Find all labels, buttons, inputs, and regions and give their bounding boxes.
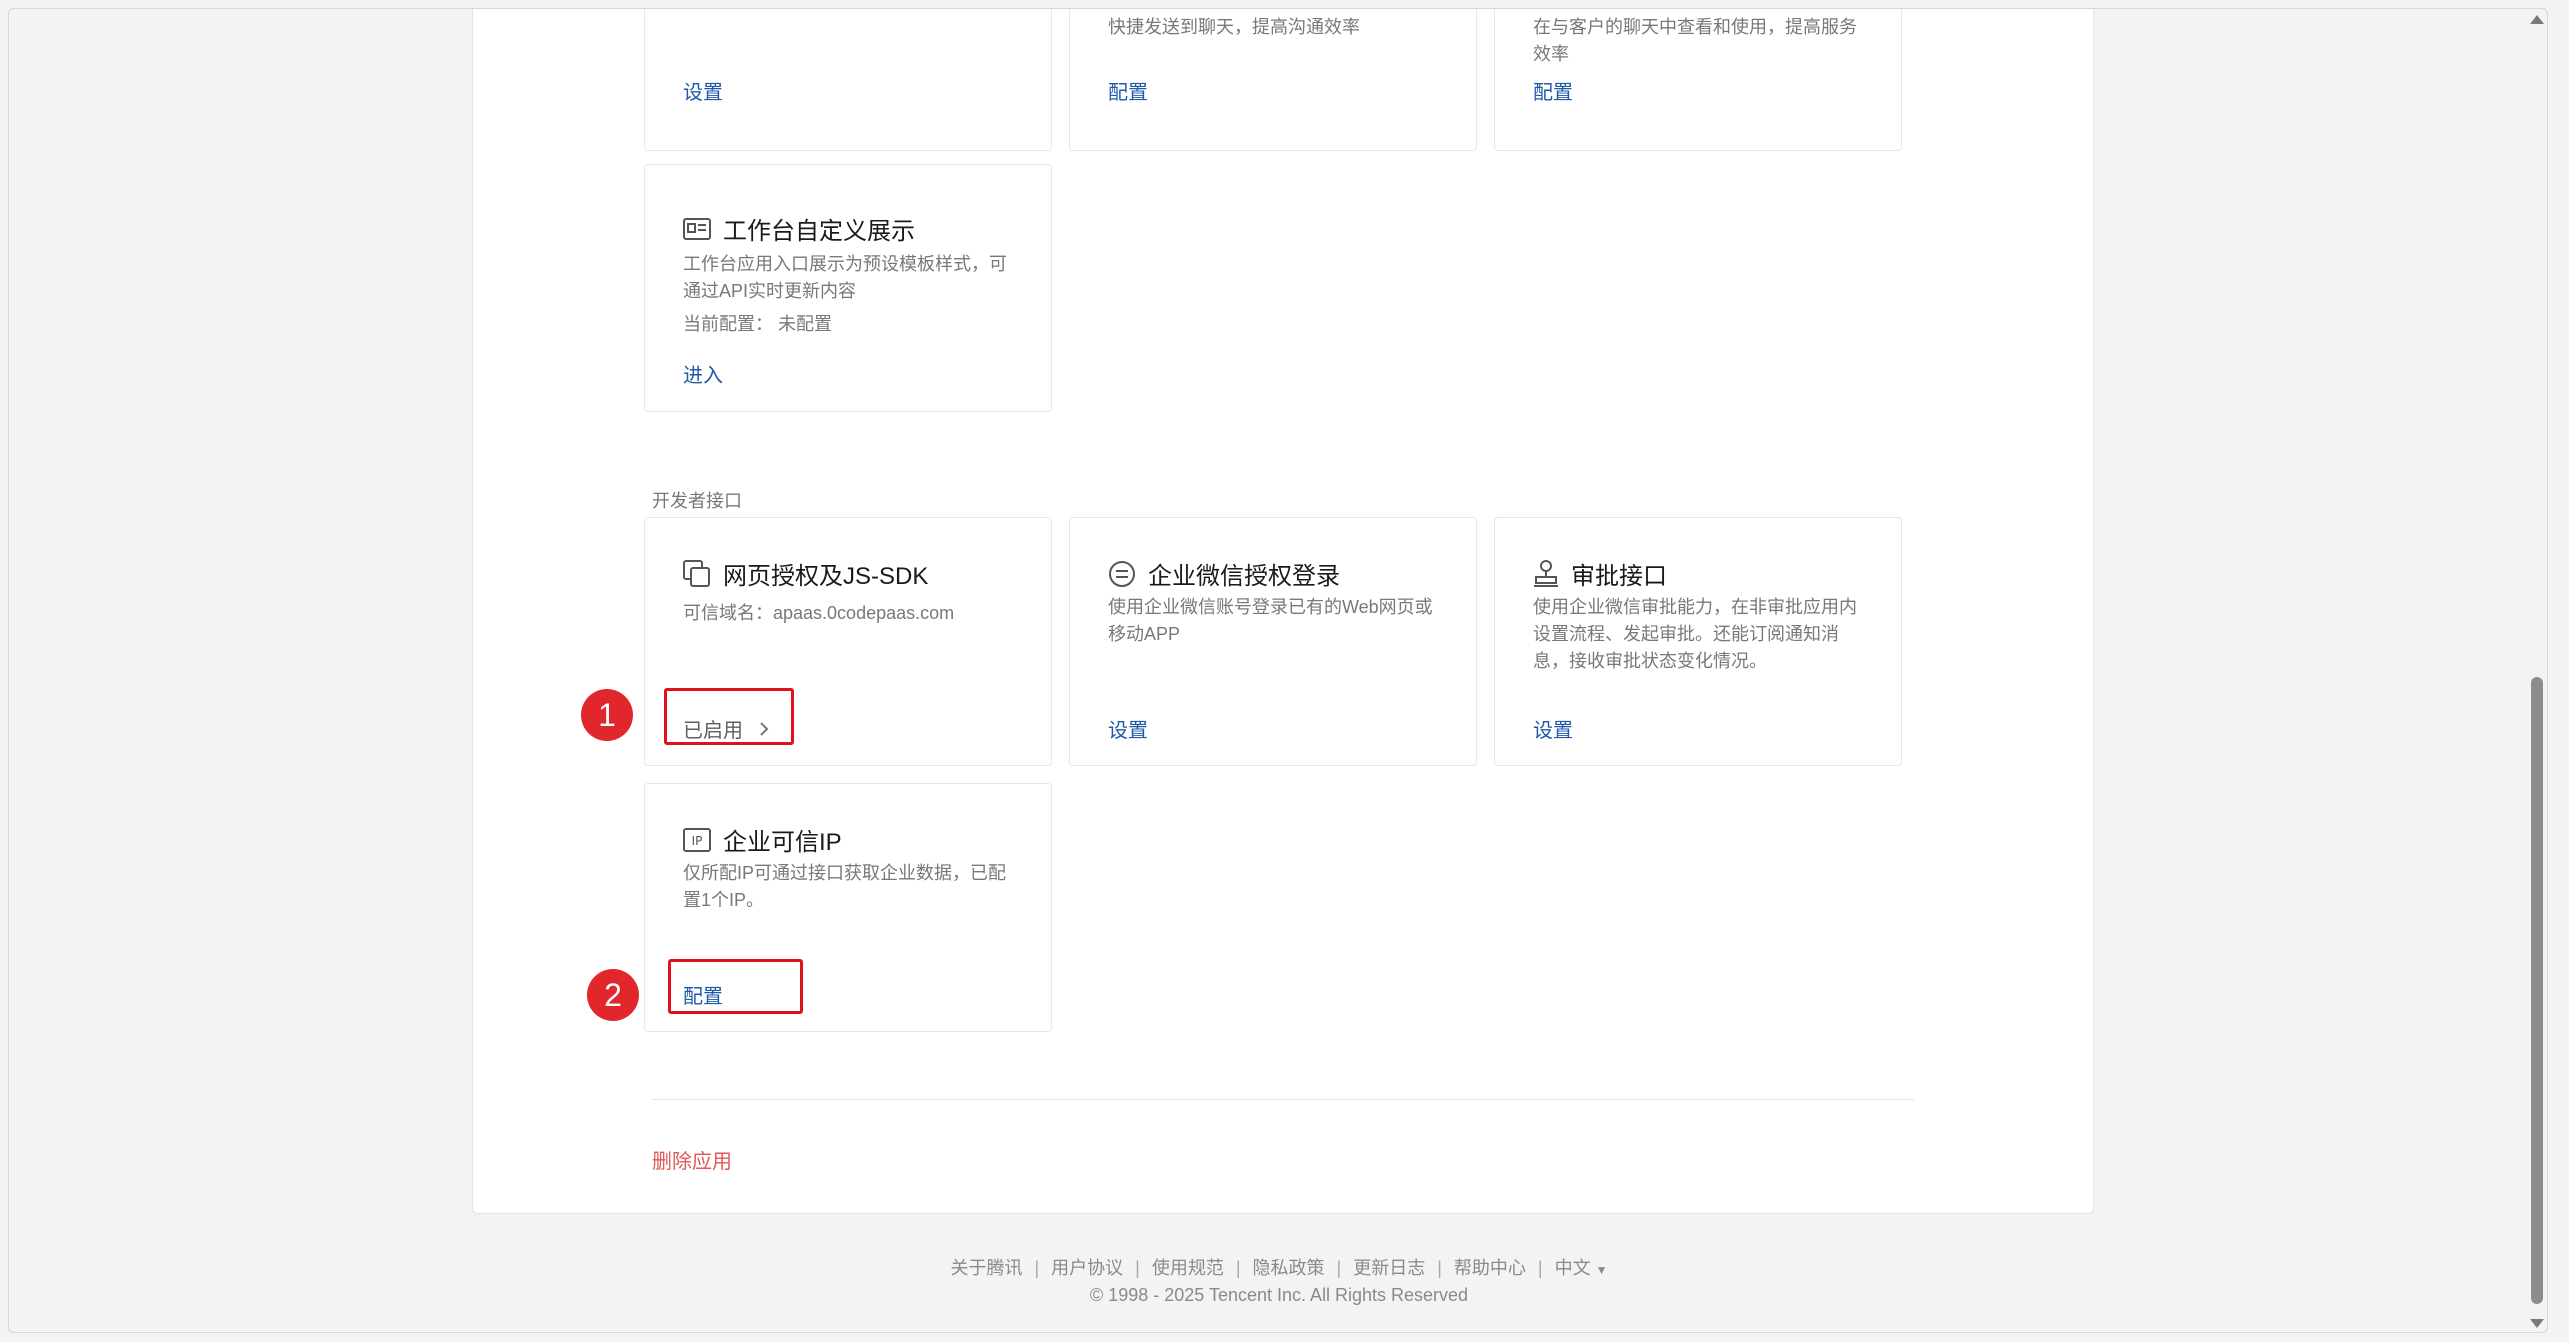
card-wework-login-link[interactable]: 设置 <box>1108 714 1148 743</box>
card-top-2: 快捷发送到聊天，提高沟通效率 配置 <box>1069 9 1477 151</box>
annotation-marker-1: 1 <box>581 689 633 741</box>
card-workbench-enter-link[interactable]: 进入 <box>683 359 723 388</box>
footer-link-about[interactable]: 关于腾讯 <box>950 1258 1022 1278</box>
svg-text:IP: IP <box>692 834 703 848</box>
footer-links: 关于腾讯 | 用户协议 | 使用规范 | 隐私政策 | 更新日志 | 帮助中心 | 中文 ▼ <box>950 1258 1608 1278</box>
stamp-icon <box>1534 559 1558 587</box>
card-jssdk-title-text: 网页授权及JS-SDK <box>723 563 929 590</box>
card-workbench-desc-2: 通过API实时更新内容 <box>683 281 857 301</box>
card-workbench-current: 当前配置： 未配置 <box>683 314 833 334</box>
annotation-marker-2: 2 <box>587 969 639 1021</box>
card-trusted-ip-title: IP 企业可信IP <box>683 822 842 857</box>
card-workbench: 工作台自定义展示 工作台应用入口展示为预设模板样式，可 通过API实时更新内容 … <box>644 164 1052 412</box>
card-top-3-desc-1: 在与客户的聊天中查看和使用，提高服务 <box>1533 17 1857 37</box>
card-workbench-title: 工作台自定义展示 <box>683 211 915 246</box>
footer-link-changelog[interactable]: 更新日志 <box>1353 1258 1425 1278</box>
card-top-3-link[interactable]: 配置 <box>1533 76 1573 105</box>
annotation-highlight-2 <box>668 959 803 1014</box>
browser-viewport: 设置 快捷发送到聊天，提高沟通效率 配置 在与客户的聊天中查看和使用，提高服务 … <box>8 8 2548 1333</box>
card-top-3-desc-2: 效率 <box>1533 44 1569 64</box>
card-jssdk-title: 网页授权及JS-SDK <box>683 556 928 591</box>
card-wework-login-desc-2: 移动APP <box>1108 624 1181 644</box>
language-label: 中文 <box>1554 1258 1591 1278</box>
card-trusted-ip-desc-2: 置1个IP。 <box>683 890 765 910</box>
scroll-down-arrow-icon[interactable] <box>2530 1319 2544 1328</box>
ip-icon: IP <box>683 827 711 852</box>
card-wework-login-desc-1: 使用企业微信账号登录已有的Web网页或 <box>1108 597 1433 617</box>
card-top-2-link[interactable]: 配置 <box>1108 76 1148 105</box>
language-selector[interactable]: 中文 ▼ <box>1555 1258 1608 1278</box>
annotation-highlight-1 <box>664 688 794 745</box>
card-wework-login: 企业微信授权登录 使用企业微信账号登录已有的Web网页或 移动APP 设置 <box>1069 517 1477 766</box>
swap-circle-icon <box>1109 560 1135 587</box>
card-trusted-ip-title-text: 企业可信IP <box>723 829 842 856</box>
footer-link-help[interactable]: 帮助中心 <box>1454 1258 1526 1278</box>
card-top-2-desc: 快捷发送到聊天，提高沟通效率 <box>1108 17 1360 37</box>
caret-down-icon: ▼ <box>1595 1263 1608 1277</box>
card-workbench-desc-1: 工作台应用入口展示为预设模板样式，可 <box>683 254 1007 274</box>
card-approval-desc-3: 息，接收审批状态变化情况。 <box>1533 651 1767 671</box>
card-top-1: 设置 <box>644 9 1052 151</box>
display-card-icon <box>683 217 711 240</box>
footer-link-user-agreement[interactable]: 用户协议 <box>1051 1258 1123 1278</box>
delete-app-link[interactable]: 删除应用 <box>652 1145 732 1174</box>
footer-copyright: © 1998 - 2025 Tencent Inc. All Rights Re… <box>1089 1285 1469 1305</box>
card-jssdk-domain: 可信域名：apaas.0codepaas.com <box>683 603 955 623</box>
section-developer-api: 开发者接口 <box>652 491 742 511</box>
vertical-scrollbar[interactable] <box>2527 9 2547 1332</box>
card-approval-title: 审批接口 <box>1533 556 1667 591</box>
card-approval-desc-1: 使用企业微信审批能力，在非审批应用内 <box>1533 597 1857 617</box>
scroll-up-arrow-icon[interactable] <box>2530 15 2544 24</box>
scrollbar-thumb[interactable] <box>2531 677 2543 1304</box>
card-top-1-link[interactable]: 设置 <box>683 76 723 105</box>
card-workbench-title-text: 工作台自定义展示 <box>723 218 915 245</box>
card-approval: 审批接口 使用企业微信审批能力，在非审批应用内 设置流程、发起审批。还能订阅通知… <box>1494 517 1902 766</box>
section-divider <box>652 1099 1914 1100</box>
card-wework-login-title-text: 企业微信授权登录 <box>1148 563 1340 590</box>
card-wework-login-title: 企业微信授权登录 <box>1108 556 1340 591</box>
card-approval-desc-2: 设置流程、发起审批。还能订阅通知消 <box>1533 624 1839 644</box>
card-top-3: 在与客户的聊天中查看和使用，提高服务 效率 配置 <box>1494 9 1902 151</box>
card-trusted-ip-desc-1: 仅所配IP可通过接口获取企业数据，已配 <box>683 863 1007 883</box>
card-approval-link[interactable]: 设置 <box>1533 714 1573 743</box>
footer-link-privacy[interactable]: 隐私政策 <box>1253 1258 1325 1278</box>
footer-link-usage-rules[interactable]: 使用规范 <box>1152 1258 1224 1278</box>
card-approval-title-text: 审批接口 <box>1571 563 1667 590</box>
copy-pages-icon <box>683 559 710 587</box>
